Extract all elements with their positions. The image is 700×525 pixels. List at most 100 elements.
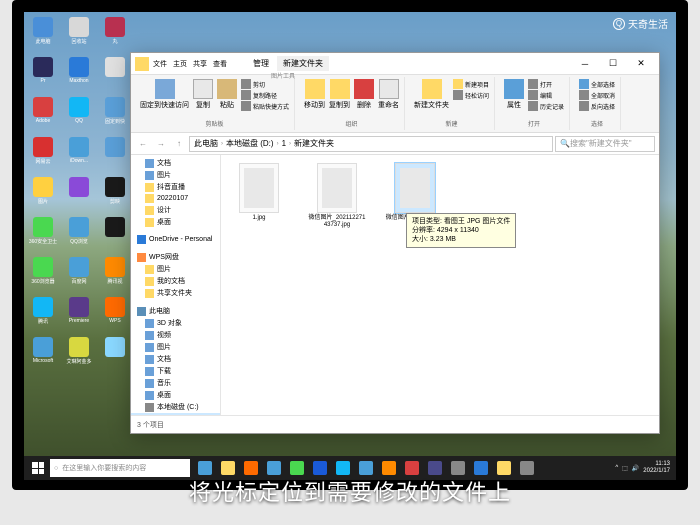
addr-seg-pc[interactable]: 此电脑 xyxy=(194,138,218,149)
nav-item[interactable]: 文档 xyxy=(131,157,220,169)
tray-chevron-icon[interactable]: ^ xyxy=(615,465,618,471)
tray-network-icon[interactable]: ⬚ xyxy=(622,465,628,472)
desktop-icon[interactable] xyxy=(101,337,129,371)
desktop-icon[interactable]: Microsoft xyxy=(29,337,57,371)
minimize-button[interactable]: ─ xyxy=(571,55,599,73)
file-list[interactable]: 1.jpg微信图片_20211227143737.jpg微信图片_2021122… xyxy=(221,155,659,415)
history-button[interactable]: 历史记录 xyxy=(528,101,564,111)
nav-item[interactable]: 抖音直播 xyxy=(131,181,220,193)
nav-item[interactable]: 图片 xyxy=(131,263,220,275)
tray-volume-icon[interactable]: 🔊 xyxy=(632,465,639,472)
nav-item[interactable]: WPS网盘 xyxy=(131,251,220,263)
nav-item[interactable]: 视频 xyxy=(131,329,220,341)
maximize-button[interactable]: ☐ xyxy=(599,55,627,73)
system-tray[interactable]: ^ ⬚ 🔊 11:132022/1/17 xyxy=(615,461,674,474)
nav-item[interactable]: 本地磁盘 (C:) xyxy=(131,401,220,413)
tray-clock[interactable]: 11:132022/1/17 xyxy=(643,461,670,474)
desktop-icon[interactable] xyxy=(101,137,129,171)
address-bar[interactable]: 此电脑› 本地磁盘 (D:)› 1› 新建文件夹 xyxy=(189,136,553,152)
context-subtab[interactable]: 图片工具 xyxy=(271,71,295,80)
desktop-icon[interactable]: 腾讯 xyxy=(29,297,57,331)
desktop-icon[interactable]: 剪映 xyxy=(101,177,129,211)
desktop-icon[interactable]: 百度网 xyxy=(65,257,93,291)
desktop-icon[interactable]: Adobe xyxy=(29,97,57,131)
desktop-icon[interactable]: 360安全卫士 xyxy=(29,217,57,251)
windows-logo-icon xyxy=(32,462,44,474)
desktop-icon[interactable] xyxy=(65,177,93,211)
desktop-icon[interactable]: 艾琳阿金多 xyxy=(65,337,93,371)
rename-button[interactable]: 重命名 xyxy=(378,79,399,110)
qat-home[interactable]: 主页 xyxy=(173,59,187,69)
file-item[interactable]: 微信图片_20211227143737.jpg xyxy=(307,163,367,229)
desktop-icon[interactable]: 回收站 xyxy=(65,17,93,51)
desktop-icon[interactable]: 360浏览器 xyxy=(29,257,57,291)
qat-share[interactable]: 共享 xyxy=(193,59,207,69)
nav-item[interactable]: 桌面 xyxy=(131,216,220,228)
desktop-icon[interactable]: 网易云 xyxy=(29,137,57,171)
shortcut-button[interactable]: 粘贴快捷方式 xyxy=(241,101,289,111)
back-button[interactable]: ← xyxy=(135,136,151,152)
newitem-button[interactable]: 新建项目 xyxy=(453,79,489,89)
cut-button[interactable]: 剪切 xyxy=(241,79,289,89)
nav-item[interactable]: 我的文档 xyxy=(131,275,220,287)
context-tab-manage[interactable]: 管理 xyxy=(247,56,275,71)
monitor-bezel: Q 天奇生活 此电脑回收站丸PrMaxthonAdobeQQ固定到快网易云iDo… xyxy=(12,0,688,490)
desktop-icon[interactable]: QQ xyxy=(65,97,93,131)
nav-pane[interactable]: 文档图片抖音直播20220107设计桌面OneDrive - PersonalW… xyxy=(131,155,221,415)
selectall-button[interactable]: 全部选择 xyxy=(579,79,615,89)
nav-item[interactable]: OneDrive - Personal xyxy=(131,234,220,245)
desktop-icon[interactable]: 图片 xyxy=(29,177,57,211)
copy-button[interactable]: 复制 xyxy=(193,79,213,110)
easyaccess-button[interactable]: 轻松访问 xyxy=(453,90,489,100)
invertsel-button[interactable]: 反向选择 xyxy=(579,101,615,111)
pin-button[interactable]: 固定到快速访问 xyxy=(140,79,189,110)
properties-button[interactable]: 属性 xyxy=(504,79,524,110)
addr-seg-drive[interactable]: 本地磁盘 (D:) xyxy=(226,138,274,149)
desktop-icon[interactable]: Maxthon xyxy=(65,57,93,91)
copyto-button[interactable]: 复制到 xyxy=(329,79,350,110)
nav-item[interactable]: 音乐 xyxy=(131,377,220,389)
nav-item[interactable]: 设计 xyxy=(131,204,220,216)
nav-item[interactable]: 桌面 xyxy=(131,389,220,401)
search-box[interactable]: 🔍 搜索"新建文件夹" xyxy=(555,136,655,152)
copypath-button[interactable]: 复制路径 xyxy=(241,90,289,100)
delete-button[interactable]: 删除 xyxy=(354,79,374,110)
desktop-icon[interactable]: 此电脑 xyxy=(29,17,57,51)
nav-item[interactable]: 20220107 xyxy=(131,193,220,204)
titlebar[interactable]: 文件 主页 共享 查看 管理 新建文件夹 图片工具 ─ ☐ ✕ xyxy=(131,53,659,75)
nav-item[interactable]: 下载 xyxy=(131,365,220,377)
nav-item[interactable]: 图片 xyxy=(131,169,220,181)
desktop-icon[interactable] xyxy=(101,57,129,91)
up-button[interactable]: ↑ xyxy=(171,136,187,152)
search-icon: ○ xyxy=(54,465,58,472)
close-button[interactable]: ✕ xyxy=(627,55,655,73)
desktop-icon[interactable]: QQ浏览 xyxy=(65,217,93,251)
desktop-icon[interactable]: iDown... xyxy=(65,137,93,171)
newfolder-button[interactable]: 新建文件夹 xyxy=(414,79,449,110)
selectnone-button[interactable]: 全部取消 xyxy=(579,90,615,100)
address-bar-row: ← → ↑ 此电脑› 本地磁盘 (D:)› 1› 新建文件夹 🔍 搜索"新建文件… xyxy=(131,133,659,155)
desktop-icon[interactable]: Premiere xyxy=(65,297,93,331)
edit-button[interactable]: 编辑 xyxy=(528,90,564,100)
qat-file[interactable]: 文件 xyxy=(153,59,167,69)
nav-item[interactable]: 此电脑 xyxy=(131,305,220,317)
paste-button[interactable]: 粘贴 xyxy=(217,79,237,110)
nav-item[interactable]: 图片 xyxy=(131,341,220,353)
desktop-icons: 此电脑回收站丸 Pr Maxthon Adobe QQ 固定到快网易云 iDown... 图片… xyxy=(29,17,133,371)
nav-item[interactable]: 共享文件夹 xyxy=(131,287,220,299)
file-item[interactable]: 1.jpg xyxy=(229,163,289,222)
nav-item[interactable]: 文档 xyxy=(131,353,220,365)
qat-view[interactable]: 查看 xyxy=(213,59,227,69)
desktop-icon[interactable]: 丸 xyxy=(101,17,129,51)
open-button[interactable]: 打开 xyxy=(528,79,564,89)
addr-seg-folder[interactable]: 新建文件夹 xyxy=(294,138,334,149)
forward-button[interactable]: → xyxy=(153,136,169,152)
desktop-icon[interactable]: WPS xyxy=(101,297,129,331)
desktop-icon[interactable]: Pr xyxy=(29,57,57,91)
nav-item[interactable]: 3D 对象 xyxy=(131,317,220,329)
desktop-icon[interactable]: 固定到快 xyxy=(101,97,129,131)
desktop-icon[interactable] xyxy=(101,217,129,251)
moveto-button[interactable]: 移动到 xyxy=(304,79,325,110)
desktop-icon[interactable]: 腾讯视 xyxy=(101,257,129,291)
addr-seg-1[interactable]: 1 xyxy=(282,139,286,148)
